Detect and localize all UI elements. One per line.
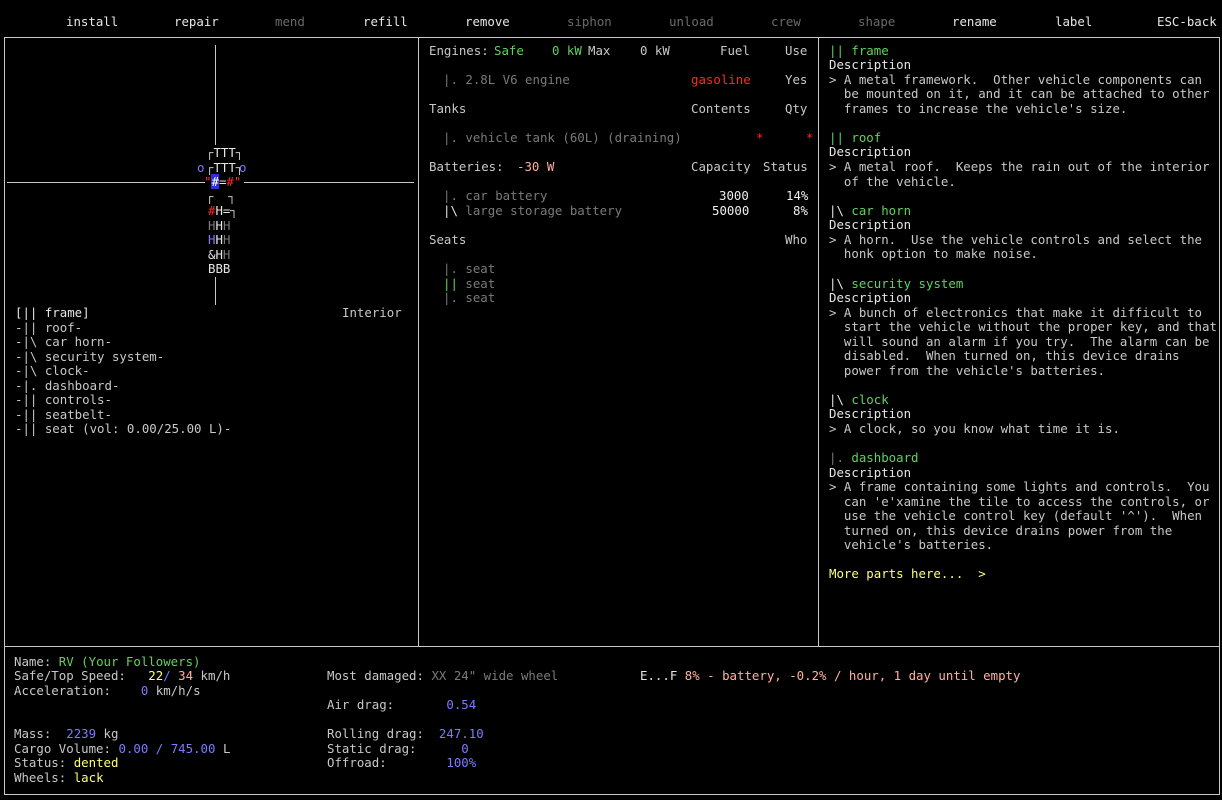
battery-status: 14% (786, 188, 809, 203)
crosshair-vertical-lower (215, 277, 216, 305)
batteries-power: -30 W (517, 159, 555, 174)
tank-contents: * (756, 130, 764, 145)
speed-row: Safe/Top Speed: 22/ 34 km/h (14, 668, 231, 683)
desc-line: honk option to make noise. (829, 246, 1038, 261)
part-list-item[interactable]: -|\ car horn- (15, 334, 112, 350)
contents-header: Contents (691, 101, 751, 116)
qty-header: Qty (785, 101, 808, 116)
engine-use: Yes (785, 72, 808, 87)
menu-label[interactable]: label (1055, 14, 1092, 29)
menu-repair[interactable]: repair (174, 14, 219, 29)
desc-line: > A metal roof. Keeps the rain out of th… (829, 159, 1210, 174)
desc-line: > A clock, so you know what time it is. (829, 421, 1120, 436)
battery-row[interactable]: |. car battery (443, 188, 547, 204)
tank-qty: * (806, 130, 814, 145)
engines-status: Safe (494, 43, 524, 58)
most-damaged-row: Most damaged: XX 24" wide wheel (327, 668, 559, 683)
battery-capacity: 50000 (712, 203, 750, 218)
part-list-item[interactable]: -|| seat (vol: 0.00/25.00 L)- (15, 421, 231, 437)
desc-title: |. dashboard (829, 450, 919, 465)
seats-label: Seats (429, 232, 467, 247)
desc-label: Description (829, 290, 912, 305)
divider-left (418, 37, 419, 647)
map-row-3: HHH (208, 232, 231, 247)
desc-line: be mounted on it, and it can be attached… (829, 86, 1210, 101)
mass-row: Mass: 2239 kg (14, 726, 119, 741)
tanks-label: Tanks (429, 101, 467, 116)
desc-label: Description (829, 406, 912, 421)
menu-mend[interactable]: mend (275, 14, 305, 29)
seat-row[interactable]: |. seat (443, 290, 495, 306)
top-divider (4, 37, 1220, 38)
engine-fuel: gasoline (691, 72, 751, 87)
desc-label: Description (829, 57, 912, 72)
engines-kw: 0 kW (552, 43, 582, 58)
part-list-item[interactable]: -|| controls- (15, 392, 112, 408)
part-list-item[interactable]: [|| frame] (15, 305, 90, 321)
battery-row[interactable]: |\ large storage battery (443, 203, 623, 219)
map-row-1: #H=┐ (208, 203, 238, 218)
engine-row[interactable]: |. 2.8L V6 engine (443, 72, 570, 88)
more-parts-link[interactable]: More parts here... > (829, 566, 986, 582)
who-header: Who (785, 232, 808, 247)
map-row-cursor: "#=#" (204, 174, 242, 189)
crosshair-vertical (215, 45, 216, 145)
map-row-5: BBB (208, 261, 231, 276)
air-drag-row: Air drag: 0.54 (327, 697, 477, 712)
wheels-row: Wheels: lack (14, 770, 104, 785)
crosshair-horizontal-right (244, 182, 414, 183)
menu-rename[interactable]: rename (952, 14, 997, 29)
menu-crew[interactable]: crew (771, 14, 801, 29)
batteries-label: Batteries: (429, 159, 504, 174)
part-list-header: Interior (342, 305, 402, 320)
menu-refill[interactable]: refill (363, 14, 408, 29)
battery-status: 8% (793, 203, 808, 218)
menu-esc-back[interactable]: ESC-back (1157, 14, 1217, 29)
tank-row[interactable]: |. vehicle tank (60L) (draining) (443, 130, 682, 146)
fuel-gauge: E...F 8% - battery, -0.2% / hour, 1 day … (640, 668, 1021, 683)
menu-siphon[interactable]: siphon (567, 14, 612, 29)
engines-max-kw: 0 kW (640, 43, 670, 58)
capacity-header: Capacity (691, 159, 751, 174)
desc-line: > A frame containing some lights and con… (829, 479, 1210, 494)
status-row: Status: dented (14, 755, 119, 770)
battery-name: large storage battery (457, 203, 623, 218)
desc-line: use the vehicle control key (default '^'… (829, 508, 1202, 523)
rolling-drag-row: Rolling drag: 247.10 (327, 726, 484, 741)
desc-line: start the vehicle without the proper key… (829, 319, 1217, 334)
desc-label: Description (829, 144, 912, 159)
desc-line: disabled. When turned on, this device dr… (829, 348, 1180, 363)
accel-row: Acceleration: 0 km/h/s (14, 683, 201, 698)
map-row-roof-top: ┌TTT┐ (206, 145, 244, 160)
menu-shape[interactable]: shape (858, 14, 895, 29)
status-header: Status (763, 159, 808, 174)
vehicle-name: RV (Your Followers) (58, 654, 201, 669)
bottom-divider (4, 646, 1220, 647)
part-list-item[interactable]: -|\ clock- (15, 363, 90, 379)
divider-right (818, 37, 819, 647)
crosshair-horizontal (7, 182, 205, 183)
desc-line: power from the vehicle's batteries. (829, 363, 1106, 378)
offroad-row: Offroad: 100% (327, 755, 477, 770)
engines-max-label: Max (588, 43, 611, 58)
menu-install[interactable]: install (66, 14, 118, 29)
seat-row[interactable]: |. seat (443, 261, 495, 277)
desc-line: of the vehicle. (829, 174, 956, 189)
desc-line: vehicle's batteries. (829, 537, 994, 552)
engines-label: Engines: (429, 43, 489, 58)
desc-line: frames to increase the vehicle's size. (829, 101, 1128, 116)
menu-remove[interactable]: remove (465, 14, 510, 29)
battery-capacity: 3000 (719, 188, 749, 203)
desc-label: Description (829, 217, 912, 232)
use-header: Use (785, 43, 808, 58)
menu-unload[interactable]: unload (669, 14, 714, 29)
fuel-header: Fuel (720, 43, 750, 58)
